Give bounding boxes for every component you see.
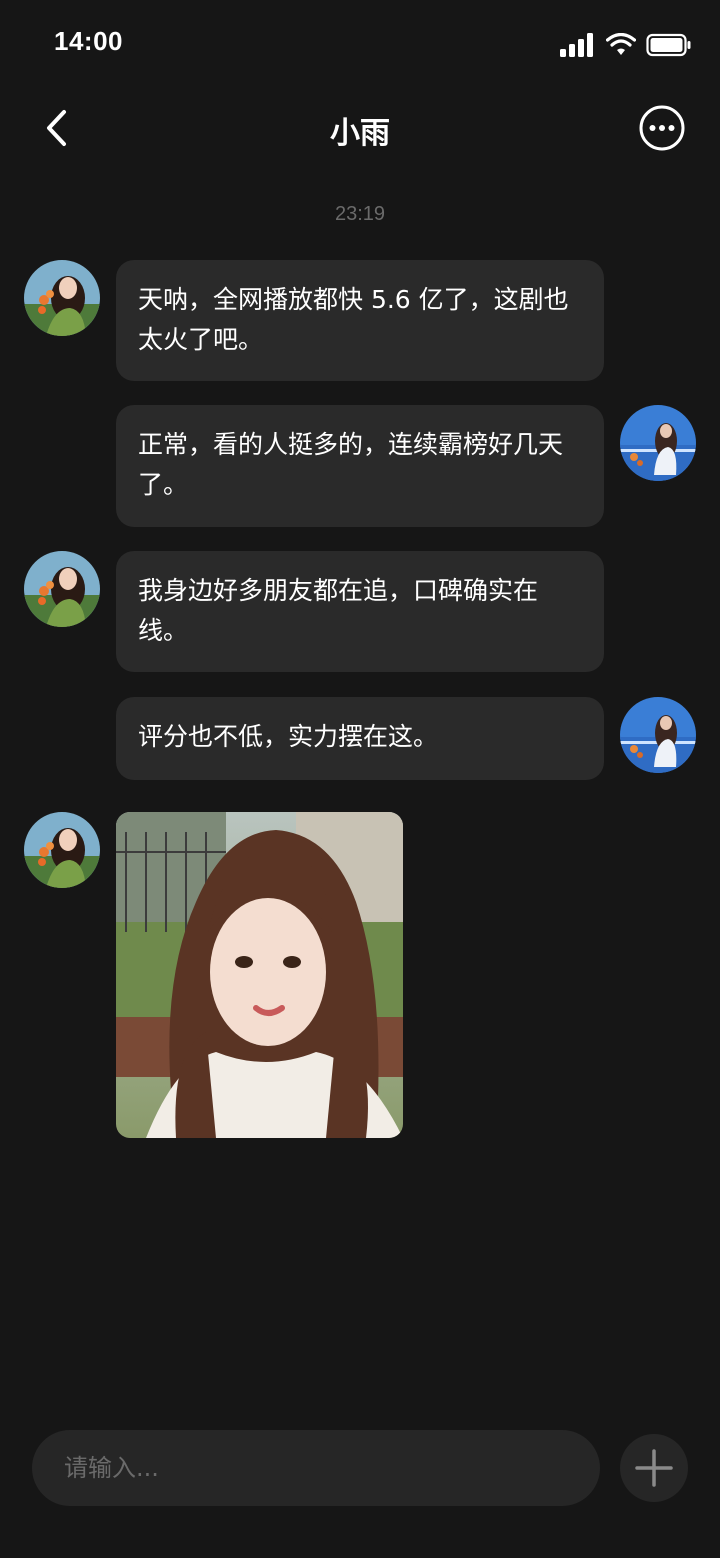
my-avatar[interactable]: [620, 405, 696, 481]
message-text: 天呐，全网播放都快 5.6 亿了，这剧也太火了吧。: [138, 285, 569, 354]
message-input[interactable]: [62, 1453, 570, 1483]
add-attachment-button[interactable]: [620, 1434, 688, 1502]
my-avatar[interactable]: [620, 697, 696, 773]
message-input-container: [32, 1430, 600, 1506]
message-text: 正常，看的人挺多的，连续霸榜好几天了。: [138, 430, 564, 499]
message-text: 评分也不低，实力摆在这。: [138, 722, 439, 751]
contact-avatar[interactable]: [24, 551, 100, 627]
message-bubble-sent: 正常，看的人挺多的，连续霸榜好几天了。: [116, 405, 604, 527]
status-icons: [560, 30, 692, 60]
page-title: 小雨: [330, 116, 390, 151]
battery-icon: [646, 33, 691, 57]
contact-avatar[interactable]: [24, 260, 100, 336]
message-bubble-sent: 评分也不低，实力摆在这。: [116, 697, 604, 780]
contact-avatar[interactable]: [24, 812, 100, 888]
plus-icon: [635, 1449, 673, 1487]
signal-icon: [560, 33, 593, 57]
message-bubble-received: 我身边好多朋友都在追，口碑确实在线。: [116, 551, 604, 672]
message-image[interactable]: [116, 812, 403, 1138]
wifi-icon: [606, 33, 636, 55]
more-horizontal-circle-icon: [639, 105, 685, 151]
status-bar: 14:00: [0, 0, 720, 88]
more-options-button[interactable]: [638, 104, 686, 152]
chat-header: 小雨: [0, 88, 720, 168]
message-text: 我身边好多朋友都在追，口碑确实在线。: [138, 576, 539, 645]
message-bubble-received: 天呐，全网播放都快 5.6 亿了，这剧也太火了吧。: [116, 260, 604, 381]
status-time: 14:00: [54, 26, 123, 56]
message-timestamp: 23:19: [334, 203, 386, 225]
